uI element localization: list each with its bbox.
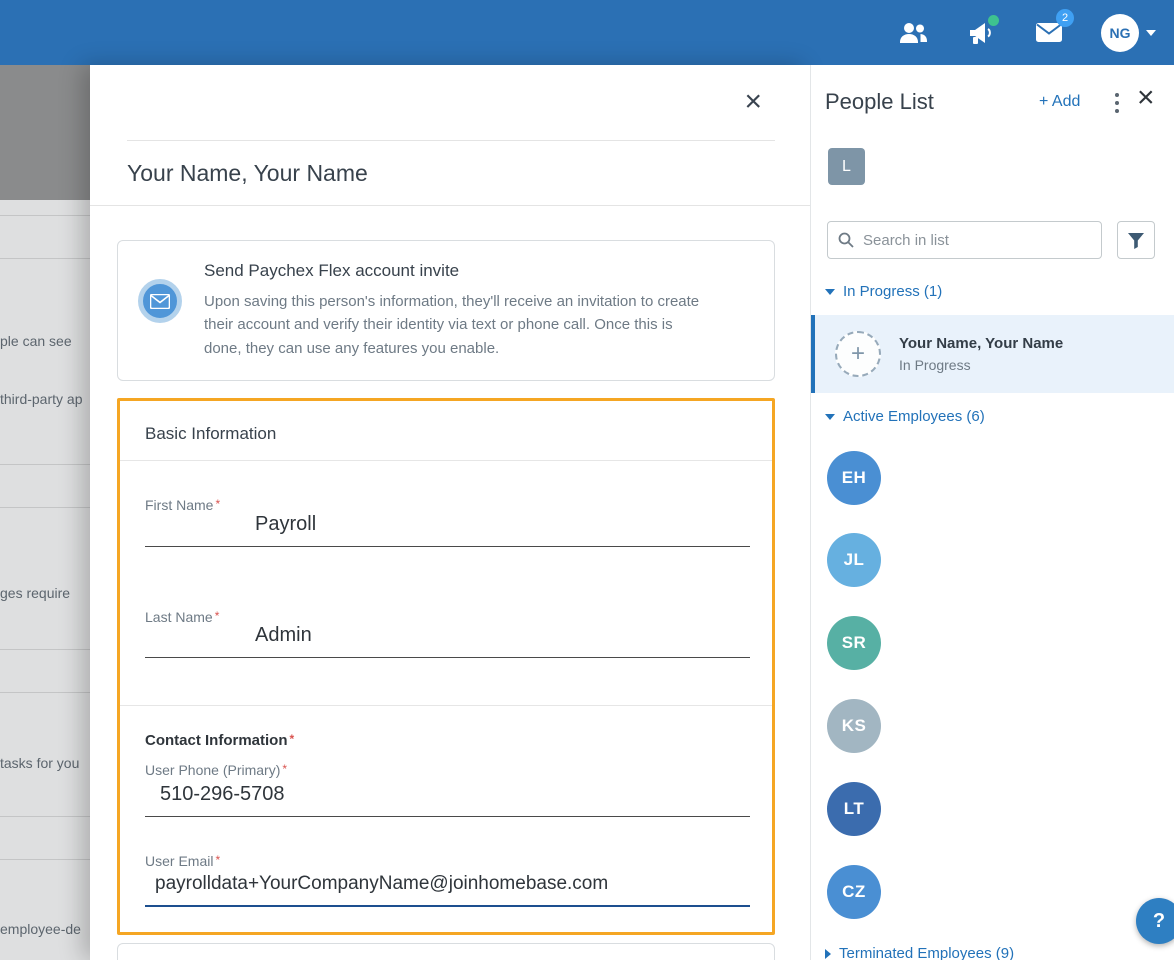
help-button[interactable]: ?: [1136, 898, 1174, 944]
group-terminated-employees[interactable]: Terminated Employees (9): [825, 945, 1014, 960]
background-text: ges require: [0, 585, 70, 601]
user-phone-field[interactable]: [145, 779, 750, 817]
kebab-menu-button[interactable]: [1109, 91, 1125, 115]
employee-avatar[interactable]: CZ: [827, 865, 881, 919]
messages-badge: 2: [1056, 9, 1074, 27]
invite-card-body: Upon saving this person's information, t…: [204, 290, 704, 360]
modal-title: Your Name, Your Name: [127, 160, 368, 187]
search-box: [827, 221, 1102, 259]
invite-card-text: Send Paychex Flex account invite Upon sa…: [204, 261, 704, 360]
required-mark: *: [282, 762, 287, 776]
required-mark: *: [290, 732, 295, 746]
paychex-invite-card: Send Paychex Flex account invite Upon sa…: [117, 240, 775, 381]
kebab-dot: [1115, 93, 1119, 97]
person-edit-modal: × Your Name, Your Name Send Paychex Flex…: [90, 65, 810, 960]
search-input[interactable]: [863, 232, 1091, 249]
filter-icon: [1127, 232, 1145, 249]
plus-avatar-icon: +: [835, 331, 881, 377]
add-person-button[interactable]: + Add: [1039, 93, 1080, 111]
employee-avatar[interactable]: EH: [827, 451, 881, 505]
mail-badge-icon: [138, 279, 182, 323]
contact-information-title: Contact Information*: [145, 732, 294, 749]
background-text: tasks for you: [0, 755, 79, 771]
group-in-progress[interactable]: In Progress (1): [825, 283, 942, 300]
basic-information-title: Basic Information: [145, 424, 276, 444]
people-icon: [898, 22, 928, 44]
modal-close-button[interactable]: ×: [744, 87, 762, 117]
selected-person-name: Your Name, Your Name: [899, 335, 1063, 352]
top-nav-bar: 2 NG: [0, 0, 1174, 65]
user-phone-label: User Phone (Primary)*: [145, 762, 287, 778]
background-block: [0, 65, 90, 200]
kebab-dot: [1115, 109, 1119, 113]
employee-avatar[interactable]: LT: [827, 782, 881, 836]
user-email-field[interactable]: [145, 869, 750, 907]
divider: [120, 705, 772, 706]
user-avatar: NG: [1101, 14, 1139, 52]
chevron-down-icon: [1146, 30, 1156, 36]
divider: [120, 460, 772, 461]
background-page: ple can see third-party ap ges require t…: [0, 65, 90, 960]
list-avatar[interactable]: L: [828, 148, 865, 185]
chevron-right-icon: [825, 949, 831, 959]
messages-button[interactable]: 2: [1033, 17, 1065, 49]
kebab-dot: [1115, 101, 1119, 105]
invite-card-title: Send Paychex Flex account invite: [204, 261, 704, 281]
filter-button[interactable]: [1117, 221, 1155, 259]
panel-close-button[interactable]: ×: [1137, 83, 1155, 113]
selected-person-status: In Progress: [899, 357, 1063, 373]
divider: [90, 205, 810, 206]
next-section-card: [117, 943, 775, 960]
chevron-down-icon: [825, 289, 835, 295]
basic-info-highlight-box: Basic Information First Name* Last Name*…: [117, 398, 775, 935]
required-mark: *: [215, 853, 220, 867]
selected-person-text: Your Name, Your Name In Progress: [899, 335, 1063, 373]
people-list-panel: People List + Add × L In Progress (1): [810, 65, 1174, 960]
app-screen: 2 NG ple can see third-party ap ges requ…: [0, 0, 1174, 960]
first-name-field[interactable]: [145, 509, 750, 547]
list-item-selected-person[interactable]: + Your Name, Your Name In Progress: [811, 315, 1174, 393]
employee-avatar[interactable]: SR: [827, 616, 881, 670]
user-email-label: User Email*: [145, 853, 220, 869]
account-menu[interactable]: NG: [1101, 14, 1156, 52]
employee-avatar[interactable]: KS: [827, 699, 881, 753]
background-text: employee-de: [0, 921, 81, 937]
announcements-button[interactable]: [965, 17, 997, 49]
people-nav-icon[interactable]: [897, 17, 929, 49]
chevron-down-icon: [825, 414, 835, 420]
search-icon: [838, 232, 854, 248]
panel-title: People List: [825, 89, 934, 115]
group-active-employees[interactable]: Active Employees (6): [825, 408, 985, 425]
background-text: third-party ap: [0, 391, 82, 407]
last-name-field[interactable]: [145, 620, 750, 658]
employee-avatar[interactable]: JL: [827, 533, 881, 587]
divider: [127, 140, 775, 141]
notification-dot: [988, 15, 999, 26]
background-text: ple can see: [0, 333, 72, 349]
